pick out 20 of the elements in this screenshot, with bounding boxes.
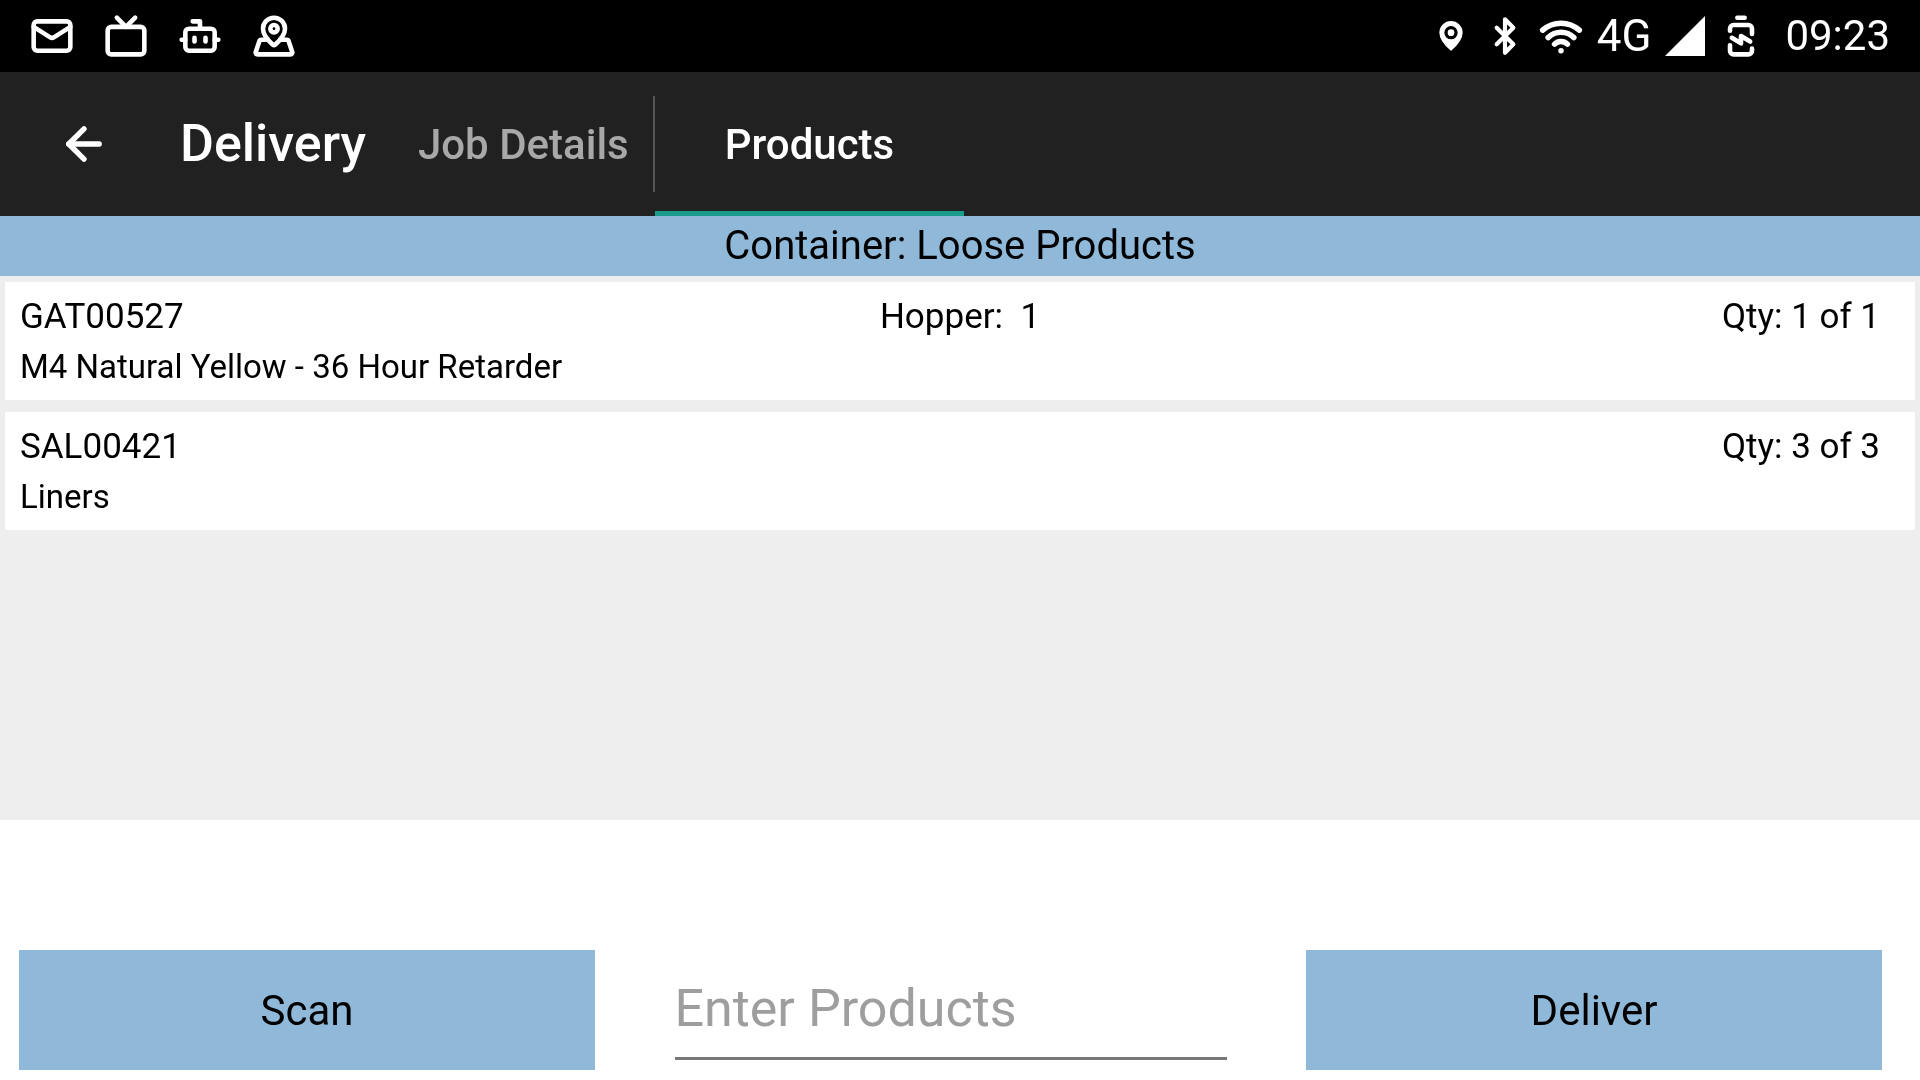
signal-icon <box>1665 16 1706 56</box>
network-type: 4G <box>1596 14 1652 58</box>
product-description: Liners <box>20 480 110 513</box>
tv-icon <box>104 14 148 58</box>
container-header: Container: Loose Products <box>0 216 1920 276</box>
product-input-field[interactable]: Enter Products <box>674 960 1227 1060</box>
deliver-button[interactable]: Deliver <box>1306 950 1882 1070</box>
quantity-label: Qty: 3 of 3 <box>1721 429 1881 464</box>
product-code: SAL00421 <box>20 429 181 464</box>
product-code: GAT00527 <box>20 299 184 334</box>
screen-title: Delivery <box>180 112 366 176</box>
product-description: M4 Natural Yellow - 36 Hour Retarder <box>20 350 563 383</box>
scan-button[interactable]: Scan <box>19 950 595 1070</box>
product-row[interactable]: GAT00527 Hopper: 1 Qty: 1 of 1 M4 Natural Yellow - 36 Hour Retarder <box>5 282 1915 400</box>
hopper-label: Hopper: 1 <box>879 299 1041 334</box>
quantity-label: Qty: 1 of 1 <box>1721 299 1881 334</box>
clock: 09:23 <box>1785 15 1890 57</box>
map-icon <box>252 14 296 58</box>
product-row[interactable]: SAL00421 Qty: 3 of 3 Liners <box>5 412 1915 530</box>
tab[interactable]: Job Details <box>393 72 653 216</box>
